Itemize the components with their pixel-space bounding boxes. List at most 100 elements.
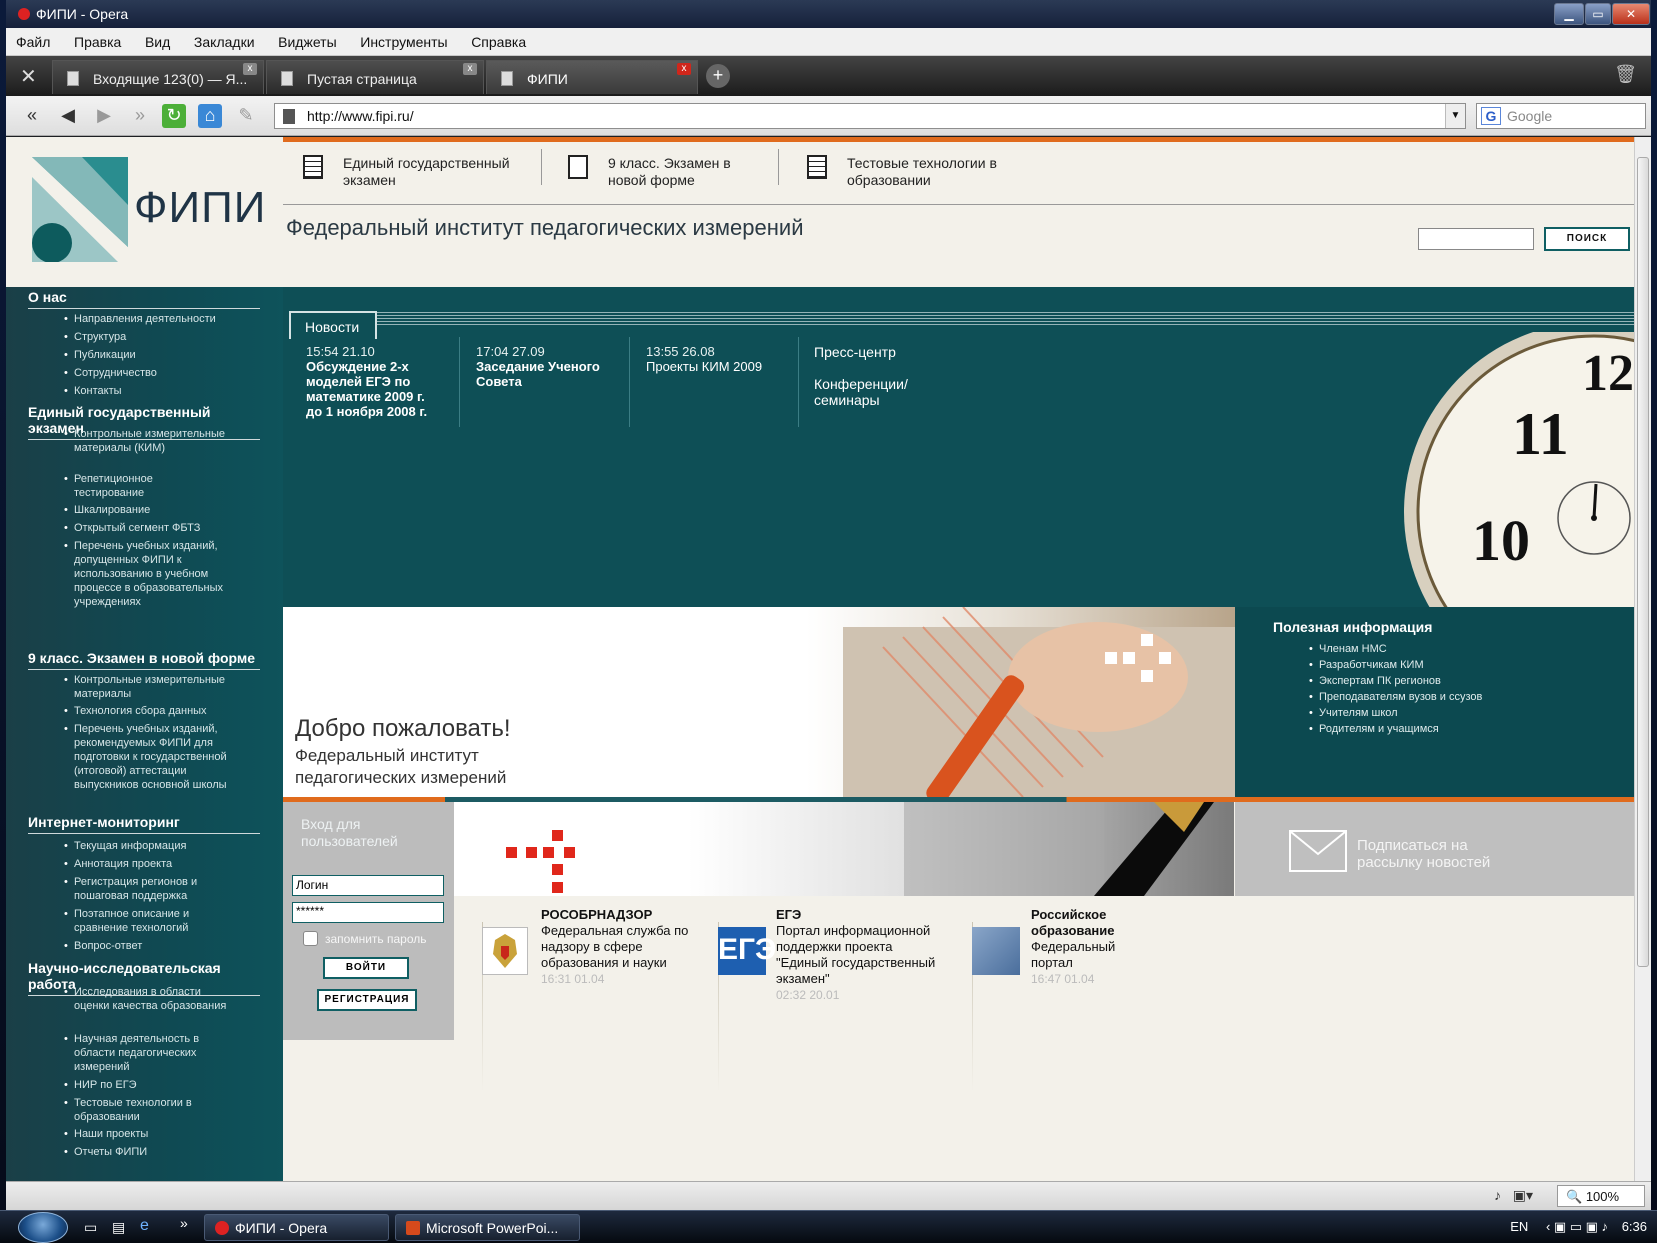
sidebar-item[interactable]: Регистрация регионов и пошаговая поддерж… — [64, 875, 234, 903]
clock-text[interactable]: 6:36 — [1622, 1219, 1647, 1234]
sidebar-item[interactable]: Контакты — [64, 384, 264, 398]
close-tab-icon[interactable]: x — [677, 63, 691, 75]
ege-logo-icon[interactable]: ЕГЭ — [718, 927, 776, 975]
sidebar-item[interactable]: Публикации — [64, 348, 264, 362]
sidebar-item[interactable]: Отчеты ФИПИ — [64, 1145, 264, 1159]
menu-edit[interactable]: Правка — [64, 28, 131, 50]
reload-icon[interactable]: ↻ — [162, 104, 186, 128]
close-window-button[interactable]: ✕ — [1612, 3, 1650, 25]
useful-info-item[interactable]: Членам НМС — [1309, 643, 1387, 655]
partner-russian-education[interactable]: Российское образование Федеральный порта… — [1031, 907, 1141, 987]
language-indicator[interactable]: EN — [1510, 1219, 1528, 1234]
back-icon[interactable]: ◀ — [56, 104, 80, 128]
sidebar-item[interactable]: Текущая информация — [64, 839, 264, 853]
tab-news[interactable]: Новости — [289, 311, 377, 339]
sidebar-item[interactable]: Поэтапное описание и сравнение технологи… — [64, 907, 234, 935]
site-search-input[interactable] — [1418, 228, 1534, 250]
trash-icon[interactable]: 🗑 — [1614, 64, 1637, 85]
sidebar-item[interactable]: Репетиционное тестирование — [64, 472, 184, 500]
rewind-icon[interactable]: « — [20, 104, 44, 128]
useful-info-item[interactable]: Экспертам ПК регионов — [1309, 675, 1441, 687]
menu-tools[interactable]: Инструменты — [350, 28, 457, 50]
sidebar-heading-about[interactable]: О нас — [28, 289, 260, 309]
show-desktop-icon[interactable]: ▭ — [84, 1219, 97, 1236]
zoom-control[interactable]: 🔍 100% — [1557, 1185, 1645, 1207]
tab-blank[interactable]: Пустая страница x — [266, 60, 484, 94]
partner-rosobrnadzor[interactable]: РОСОБРНАДЗОР Федеральная служба по надзо… — [541, 907, 701, 987]
close-tab-icon[interactable]: x — [463, 63, 477, 75]
useful-info-item[interactable]: Учителям школ — [1309, 707, 1398, 719]
topnav-test-technologies[interactable]: Тестовые технологии в образовании — [795, 155, 1015, 189]
press-center-link[interactable]: Пресс-центр — [814, 344, 944, 360]
login-field[interactable]: Логин — [292, 875, 444, 896]
ie-icon[interactable]: e — [140, 1217, 149, 1235]
chevron-down-icon[interactable]: ▼ — [1445, 104, 1465, 128]
sidebar-item[interactable]: Сотрудничество — [64, 366, 264, 380]
sidebar-item[interactable]: Шкалирование — [64, 503, 264, 517]
site-search-button[interactable]: ПОИСК — [1544, 227, 1630, 251]
sidebar-item[interactable]: Перечень учебных изданий, рекомендуемых … — [64, 722, 244, 792]
sidebar-item[interactable]: Наши проекты — [64, 1127, 264, 1141]
fast-forward-icon[interactable]: » — [128, 104, 152, 128]
scrollbar-thumb[interactable] — [1637, 157, 1649, 967]
menu-widgets[interactable]: Виджеты — [268, 28, 347, 50]
useful-info-item[interactable]: Разработчикам КИМ — [1309, 659, 1424, 671]
start-button[interactable] — [18, 1212, 68, 1243]
maximize-button[interactable]: ▭ — [1585, 3, 1611, 25]
new-tab-button[interactable]: + — [706, 64, 730, 88]
menu-help[interactable]: Справка — [461, 28, 536, 50]
sidebar-item[interactable]: НИР по ЕГЭ — [64, 1078, 264, 1092]
edit-icon[interactable]: ✎ — [234, 104, 258, 128]
topnav-9class[interactable]: 9 класс. Экзамен в новой форме — [556, 155, 756, 189]
tab-fipi[interactable]: ФИПИ x — [486, 60, 698, 94]
menu-bookmarks[interactable]: Закладки — [184, 28, 265, 50]
tab-inbox[interactable]: Входящие 123(0) — Я... x — [52, 60, 264, 94]
sidebar-item[interactable]: Открытый сегмент ФБТЗ — [64, 521, 264, 535]
useful-info-item[interactable]: Родителям и учащимся — [1309, 723, 1439, 735]
home-icon[interactable]: ⌂ — [198, 104, 222, 128]
sidebar-item[interactable]: Аннотация проекта — [64, 857, 264, 871]
sidebar-heading-9class[interactable]: 9 класс. Экзамен в новой форме — [28, 650, 260, 670]
tray-icons[interactable]: ‹ ▣ ▭ ▣ ♪ — [1546, 1219, 1608, 1234]
news-item[interactable]: 15:54 21.10 Обсуждение 2-х моделей ЕГЭ п… — [306, 344, 436, 419]
search-engine-field[interactable]: G Google — [1476, 103, 1646, 129]
register-button[interactable]: РЕГИСТРАЦИЯ — [317, 989, 417, 1011]
sidebar-item[interactable]: Контрольные измерительные материалы (КИМ… — [64, 427, 244, 455]
switch-windows-icon[interactable]: ▤ — [112, 1219, 125, 1236]
subscribe-panel[interactable]: Подписаться на рассылку новостей — [1235, 802, 1634, 896]
sidebar-heading-monitoring[interactable]: Интернет-мониторинг — [28, 814, 260, 834]
vertical-scrollbar[interactable] — [1634, 137, 1651, 1181]
sidebar-item[interactable]: Тестовые технологии в образовании — [64, 1096, 234, 1124]
sidebar-item[interactable]: Исследования в области оценки качества о… — [64, 985, 234, 1013]
sidebar-item[interactable]: Технология сбора данных — [64, 704, 264, 718]
sidebar-item[interactable]: Структура — [64, 330, 264, 344]
sidebar-item[interactable]: Научная деятельность в области педагогич… — [64, 1032, 234, 1074]
conferences-link[interactable]: Конференции/ семинары — [814, 376, 944, 408]
login-button[interactable]: ВОЙТИ — [323, 957, 409, 979]
news-item[interactable]: 13:55 26.08 Проекты КИМ 2009 — [646, 344, 786, 374]
minimize-button[interactable]: ▁ — [1554, 3, 1584, 25]
sidebar-item[interactable]: Направления деятельности — [64, 312, 264, 326]
news-item[interactable]: 17:04 27.09 Заседание Ученого Совета — [476, 344, 621, 389]
sidebar-item[interactable]: Контрольные измерительные материалы — [64, 673, 244, 701]
remember-checkbox[interactable] — [303, 931, 318, 946]
sidebar-item[interactable]: Вопрос-ответ — [64, 939, 264, 953]
russian-education-logo-icon[interactable] — [972, 927, 1020, 975]
camera-icon[interactable]: ▣▾ — [1513, 1187, 1533, 1204]
chevron-right-icon[interactable]: » — [180, 1215, 188, 1231]
address-bar[interactable]: http://www.fipi.ru/ ▼ — [274, 103, 1466, 129]
menu-view[interactable]: Вид — [135, 28, 180, 50]
partner-ege-portal[interactable]: ЕГЭ Портал информационной поддержки прое… — [776, 907, 946, 1003]
sidebar-item[interactable]: Перечень учебных изданий, допущенных ФИП… — [64, 539, 244, 609]
close-tab-icon[interactable]: x — [243, 63, 257, 75]
password-field[interactable]: ****** — [292, 902, 444, 923]
menu-file[interactable]: Файл — [6, 28, 60, 50]
taskbar-item-powerpoint[interactable]: Microsoft PowerPoi... — [395, 1214, 580, 1241]
coat-of-arms-icon[interactable] — [482, 927, 528, 975]
speaker-icon[interactable]: ♪ — [1494, 1187, 1501, 1203]
tools-icon[interactable]: ✕ — [20, 64, 37, 89]
forward-icon[interactable]: ▶ — [92, 104, 116, 128]
taskbar-item-opera[interactable]: ФИПИ - Opera — [204, 1214, 389, 1241]
useful-info-item[interactable]: Преподавателям вузов и ссузов — [1309, 691, 1482, 703]
topnav-ege[interactable]: Единый государственный экзамен — [291, 155, 531, 189]
